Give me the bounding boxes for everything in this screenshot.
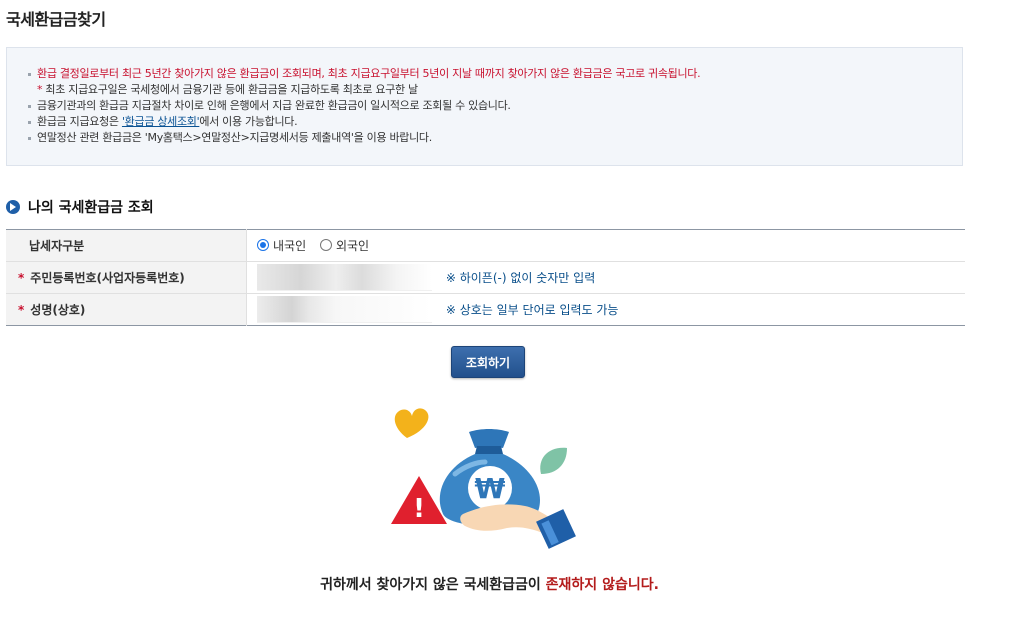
name-input[interactable]	[257, 296, 432, 323]
radio-domestic-label: 내국인	[273, 238, 307, 253]
notice-item-3: 환급금 지급요청은 '환급금 상세조회'에서 이용 가능합니다.	[25, 114, 962, 130]
taxpayer-type-label: 납세자구분	[6, 229, 247, 262]
result-emphasis: 존재하지 않습니다.	[545, 577, 659, 593]
radio-selected-icon[interactable]	[257, 239, 269, 252]
notice-item-1: 환급 결정일로부터 최근 5년간 찾아가지 않은 환급금이 조회되며, 최초 지…	[25, 66, 962, 82]
notice-item-2: 금융기관과의 환급금 지급절차 차이로 인해 은행에서 지급 완료한 환급금이 …	[25, 98, 962, 114]
resident-number-label-cell: * 주민등록번호(사업자등록번호)	[6, 261, 247, 294]
section-title: 나의 국세환급금 조회	[28, 200, 154, 216]
taxpayer-type-options: 내국인 외국인	[246, 229, 965, 262]
name-label: 성명(상호)	[30, 303, 86, 317]
heart-icon	[394, 408, 429, 438]
arrow-circle-icon	[6, 200, 20, 214]
section-header: 나의 국세환급금 조회	[6, 197, 154, 217]
resident-number-input[interactable]	[257, 264, 432, 291]
name-cell: ※ 상호는 일부 단어로 입력도 가능	[247, 294, 966, 326]
radio-domestic[interactable]: 내국인	[257, 237, 306, 254]
form-row-resident-number: * 주민등록번호(사업자등록번호) ※ 하이픈(-) 없이 숫자만 입력	[6, 261, 965, 294]
refund-detail-link[interactable]: '환급금 상세조회'	[122, 115, 200, 128]
result-message: 귀하께서 찾아가지 않은 국세환급금이 존재하지 않습니다.	[0, 574, 979, 594]
refund-illustration: ₩ !	[391, 408, 576, 549]
form-row-name: * 성명(상호) ※ 상호는 일부 단어로 입력도 가능	[6, 293, 966, 326]
hand-icon	[460, 504, 576, 549]
page-title: 국세환급금찾기	[6, 10, 106, 29]
resident-number-hint: ※ 하이픈(-) 없이 숫자만 입력	[445, 271, 596, 285]
result-text: 귀하께서 찾아가지 않은 국세환급금이	[320, 577, 546, 593]
leaf-icon	[540, 447, 567, 474]
warning-icon: !	[391, 476, 447, 524]
notice-sub-text: 최초 지급요구일은 국세청에서 금융기관 등에 환급금을 지급하도록 최초로 요…	[45, 83, 418, 96]
radio-unselected-icon[interactable]	[319, 239, 332, 252]
resident-number-label: 주민등록번호(사업자등록번호)	[30, 271, 185, 285]
required-mark: *	[18, 303, 25, 317]
notice-item-1-sub: * 최초 지급요구일은 국세청에서 금융기관 등에 환급금을 지급하도록 최초로…	[25, 82, 962, 98]
notice-item-4: 연말정산 관련 환급금은 'My홈택스>연말정산>지급명세서등 제출내역'을 이…	[25, 130, 962, 146]
search-form: 납세자구분 내국인 외국인 * 주민등록번호(사업자등록번호) ※ 하이픈(-) …	[6, 229, 965, 326]
required-mark: *	[18, 271, 25, 285]
radio-foreign[interactable]: 외국인	[319, 237, 370, 254]
resident-number-cell: ※ 하이픈(-) 없이 숫자만 입력	[246, 261, 965, 294]
form-row-taxpayer-type: 납세자구분 내국인 외국인	[6, 229, 965, 262]
notice-box: 환급 결정일로부터 최근 5년간 찾아가지 않은 환급금이 조회되며, 최초 지…	[6, 47, 963, 166]
name-hint: ※ 상호는 일부 단어로 입력도 가능	[445, 303, 619, 317]
notice-star: *	[37, 83, 43, 96]
won-symbol: ₩	[475, 472, 506, 505]
radio-foreign-label: 외국인	[335, 238, 370, 253]
name-label-cell: * 성명(상호)	[6, 293, 247, 326]
notice-item-3-suffix: 에서 이용 가능합니다.	[199, 115, 298, 128]
warning-exclamation: !	[413, 494, 425, 524]
notice-item-3-prefix: 환급금 지급요청은	[37, 115, 122, 128]
search-button[interactable]: 조회하기	[451, 346, 525, 378]
